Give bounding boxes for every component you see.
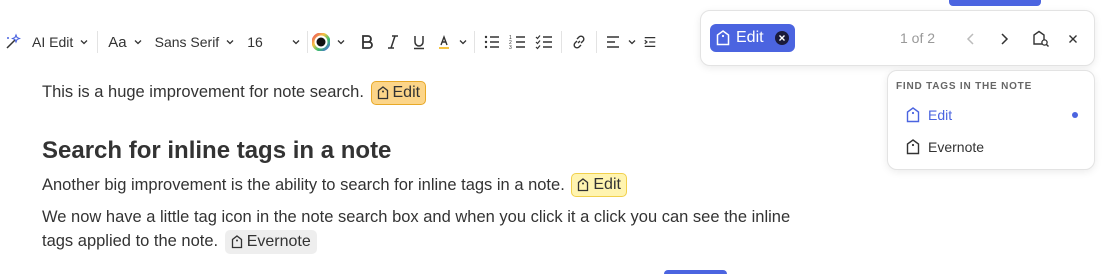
- font-size-label: 16: [247, 34, 263, 50]
- tag-icon: [906, 139, 920, 155]
- dropdown-title: FIND TAGS IN THE NOTE: [896, 81, 1033, 92]
- highlighter-icon: [436, 34, 452, 50]
- bulleted-list-button[interactable]: [479, 29, 505, 55]
- top-accent-button-edge[interactable]: [949, 0, 1041, 6]
- align-button[interactable]: [605, 34, 639, 50]
- tag-label: Edit: [392, 83, 421, 101]
- ai-edit-button[interactable]: AI Edit: [4, 33, 91, 51]
- align-left-icon: [605, 34, 621, 50]
- link-icon: [573, 35, 585, 49]
- tag-icon: [716, 30, 730, 46]
- toolbar-divider: [561, 31, 563, 53]
- inline-tag-edit-match[interactable]: Edit: [571, 173, 627, 198]
- ai-sparkle-icon: [4, 33, 22, 51]
- font-family-dropdown[interactable]: Sans Serif: [155, 34, 238, 50]
- toolbar-divider: [596, 31, 598, 53]
- paragraph-text: We now have a little tag icon in the not…: [42, 208, 791, 251]
- close-search-button[interactable]: [1060, 26, 1086, 52]
- font-size-dropdown[interactable]: 16: [247, 34, 303, 50]
- section-heading: Search for inline tags in a note: [42, 136, 392, 164]
- highlight-button[interactable]: [436, 34, 470, 50]
- search-tag-chip[interactable]: Edit: [710, 24, 795, 52]
- text-format-dropdown[interactable]: Aa: [108, 34, 144, 51]
- tag-icon: [231, 235, 242, 249]
- indent-button[interactable]: [643, 29, 657, 55]
- svg-text:3: 3: [509, 45, 512, 50]
- bulleted-list-icon: [485, 35, 500, 49]
- selected-indicator: [1072, 112, 1078, 118]
- paragraph-text: Another big improvement is the ability t…: [42, 175, 565, 194]
- chevron-right-icon: [1001, 33, 1009, 45]
- remove-chip-icon[interactable]: [775, 31, 789, 45]
- tag-icon: [377, 85, 388, 99]
- checklist-icon: [535, 35, 553, 50]
- italic-button[interactable]: [380, 29, 406, 55]
- dropdown-item-evernote[interactable]: Evernote: [896, 134, 1086, 160]
- underline-icon: [414, 36, 425, 50]
- next-match-button[interactable]: [991, 26, 1017, 52]
- tag-label: Edit: [593, 176, 621, 194]
- text-format-label: Aa: [108, 33, 127, 51]
- text-color-button[interactable]: [312, 33, 348, 51]
- chevron-down-icon: [77, 35, 91, 49]
- note-search-panel: Edit 1 of 2: [700, 10, 1095, 66]
- inline-tag-edit-current-match[interactable]: Edit: [370, 80, 427, 105]
- insert-link-button[interactable]: [566, 29, 592, 55]
- chevron-left-icon: [966, 33, 974, 45]
- underline-button[interactable]: [406, 29, 432, 55]
- paragraph: This is a huge improvement for note sear…: [42, 80, 802, 105]
- ai-edit-label: AI Edit: [32, 34, 74, 50]
- tag-label: Evernote: [246, 232, 311, 250]
- bold-icon: [362, 35, 374, 49]
- search-chip-label: Edit: [736, 29, 764, 46]
- dropdown-item-label: Edit: [928, 107, 953, 123]
- inline-tag-evernote[interactable]: Evernote: [224, 229, 317, 254]
- numbered-list-icon: 123: [509, 35, 526, 50]
- chevron-down-icon: [456, 35, 470, 49]
- chevron-down-icon: [223, 35, 237, 49]
- toolbar-divider: [474, 31, 476, 53]
- indent-icon: [644, 37, 656, 47]
- editor-toolbar: AI Edit Aa Sans Serif 16 123: [0, 22, 700, 62]
- match-count: 1 of 2: [900, 30, 936, 46]
- font-family-label: Sans Serif: [154, 34, 220, 50]
- bottom-accent-button-edge[interactable]: [664, 270, 727, 274]
- chevron-down-icon: [625, 35, 639, 49]
- paragraph: Another big improvement is the ability t…: [42, 173, 802, 198]
- toolbar-divider: [97, 31, 99, 53]
- close-icon: [1069, 35, 1077, 43]
- checklist-button[interactable]: [531, 29, 557, 55]
- tag-search-button[interactable]: [1028, 26, 1054, 52]
- find-tags-dropdown: FIND TAGS IN THE NOTE Edit Evernote: [887, 70, 1095, 170]
- tag-icon: [906, 107, 920, 123]
- dropdown-item-label: Evernote: [928, 139, 985, 155]
- previous-match-button[interactable]: [958, 26, 984, 52]
- numbered-list-button[interactable]: 123: [505, 29, 531, 55]
- chevron-down-icon: [131, 35, 145, 49]
- paragraph: We now have a little tag icon in the not…: [42, 205, 802, 254]
- chevron-down-icon: [334, 35, 348, 49]
- tag-icon: [578, 178, 589, 192]
- paragraph-text: This is a huge improvement for note sear…: [42, 83, 364, 101]
- color-wheel-icon: [312, 33, 331, 51]
- bold-button[interactable]: [354, 29, 380, 55]
- chevron-down-icon: [289, 35, 303, 49]
- toolbar-divider: [307, 31, 309, 53]
- italic-icon: [388, 35, 399, 49]
- tag-search-icon: [1033, 30, 1049, 47]
- note-body[interactable]: This is a huge improvement for note sear…: [42, 80, 802, 254]
- dropdown-item-edit[interactable]: Edit: [896, 102, 1086, 128]
